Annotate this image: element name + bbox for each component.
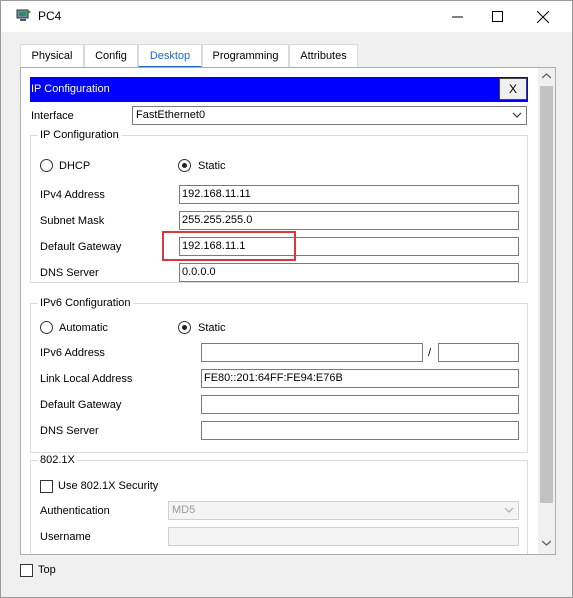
ipv6-dns-label: DNS Server (40, 425, 99, 437)
dhcp-radio[interactable] (40, 159, 53, 172)
desktop-panel: IP Configuration X Interface FastEtherne… (20, 67, 556, 555)
close-icon (537, 10, 549, 23)
top-checkbox[interactable] (20, 564, 33, 577)
ipv6-config-group-title: IPv6 Configuration (38, 297, 133, 309)
ipv6-gateway-label: Default Gateway (40, 399, 122, 411)
ipv4-address-field[interactable]: 192.168.11.11 (179, 185, 519, 204)
scrollbar-thumb[interactable] (540, 86, 553, 503)
ipv6-dns-field[interactable] (201, 421, 519, 440)
ipv6-gateway-field[interactable] (201, 395, 519, 414)
automatic-radio[interactable] (40, 321, 53, 334)
minimize-icon (451, 16, 463, 18)
automatic-label: Automatic (59, 322, 108, 334)
close-window-button[interactable] (520, 1, 566, 32)
username-label: Username (40, 531, 91, 543)
authentication-label: Authentication (40, 505, 110, 517)
scroll-down-icon[interactable] (542, 540, 551, 546)
pc4-window: PC4 Physical Config Desktop Programming … (0, 0, 573, 598)
tab-physical[interactable]: Physical (20, 44, 84, 68)
interface-value: FastEthernet0 (136, 109, 206, 121)
ipv6-prefix-field[interactable] (438, 343, 519, 362)
tab-programming[interactable]: Programming (202, 44, 289, 68)
ip-config-header: IP Configuration X (30, 77, 528, 102)
dns-server-label: DNS Server (40, 267, 99, 279)
username-field[interactable] (168, 527, 519, 546)
static-label: Static (198, 160, 226, 172)
link-local-address-field[interactable]: FE80::201:64FF:FE94:E76B (201, 369, 519, 388)
default-gateway-label: Default Gateway (40, 241, 122, 253)
window-title: PC4 (38, 9, 62, 23)
ip-config-close-button[interactable]: X (499, 78, 527, 100)
scroll-up-icon[interactable] (542, 73, 551, 79)
ipv6-static-label: Static (198, 322, 226, 334)
chevron-down-icon (512, 112, 522, 118)
subnet-mask-label: Subnet Mask (40, 215, 105, 227)
dns-server-field[interactable]: 0.0.0.0 (179, 263, 519, 282)
prefix-separator: / (428, 347, 432, 359)
link-local-address-label: Link Local Address (40, 373, 133, 385)
top-label: Top (38, 564, 56, 576)
tab-config[interactable]: Config (84, 44, 138, 68)
pc-icon (16, 9, 31, 21)
ipv6-static-radio[interactable] (178, 321, 191, 334)
authentication-select[interactable]: MD5 (168, 501, 519, 520)
tab-attributes[interactable]: Attributes (289, 44, 358, 68)
vertical-scrollbar[interactable] (538, 68, 555, 554)
interface-select[interactable]: FastEthernet0 (132, 106, 527, 125)
title-bar: PC4 (1, 1, 572, 32)
interface-label: Interface (31, 110, 74, 122)
maximize-button[interactable] (474, 1, 520, 32)
authentication-value: MD5 (172, 504, 196, 516)
static-radio[interactable] (178, 159, 191, 172)
ipv6-address-field[interactable] (201, 343, 423, 362)
ipv4-config-group-title: IP Configuration (38, 129, 121, 141)
subnet-mask-field[interactable]: 255.255.255.0 (179, 211, 519, 230)
dot1x-group-title: 802.1X (38, 454, 77, 466)
use-8021x-label: Use 802.1X Security (58, 480, 159, 492)
gateway-highlight-box (162, 231, 296, 261)
chevron-down-icon (504, 507, 514, 513)
maximize-icon (491, 11, 503, 22)
ipv4-address-label: IPv4 Address (40, 189, 105, 201)
use-8021x-checkbox[interactable] (40, 480, 53, 493)
dhcp-label: DHCP (59, 160, 91, 172)
ipv6-address-label: IPv6 Address (40, 347, 105, 359)
ip-config-title: IP Configuration (31, 83, 110, 95)
tab-desktop[interactable]: Desktop (138, 44, 202, 68)
